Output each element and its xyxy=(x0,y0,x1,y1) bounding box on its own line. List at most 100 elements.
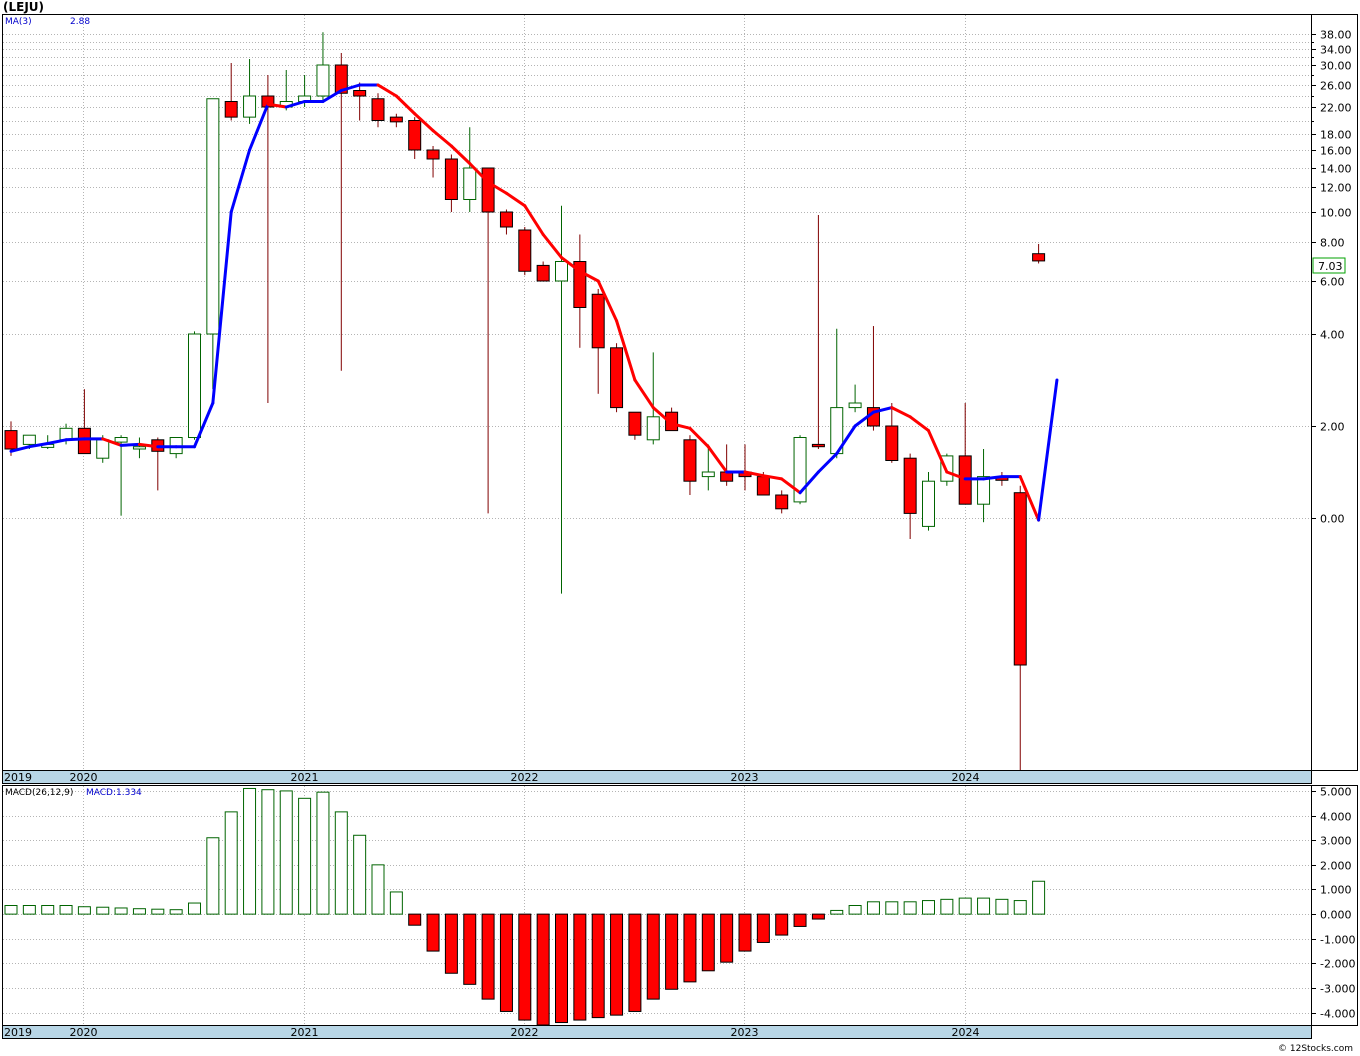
year-label: 2021 xyxy=(291,771,319,784)
macd-bar-negative xyxy=(793,913,807,927)
candle-down xyxy=(756,476,770,496)
macd-bar-positive xyxy=(316,791,330,915)
macd-bar-negative xyxy=(775,913,789,936)
candle-down xyxy=(481,167,495,213)
macd-bar-positive xyxy=(298,797,312,915)
macd-bar-negative xyxy=(591,913,605,1019)
macd-tick-label: 5.000 xyxy=(1320,786,1352,799)
macd-bar-positive xyxy=(1013,900,1027,915)
macd-bar-positive xyxy=(243,787,257,915)
candle-down xyxy=(775,494,789,510)
macd-bar-positive xyxy=(96,906,110,915)
macd-bar-positive xyxy=(22,905,36,915)
macd-bar-positive xyxy=(224,811,238,915)
macd-year-label: 2023 xyxy=(731,1026,759,1039)
candle-up xyxy=(96,439,110,459)
candle-up xyxy=(555,261,568,282)
macd-tick-label: -3.000 xyxy=(1320,983,1355,996)
ma3-segment xyxy=(64,437,86,442)
macd-year-label: 2024 xyxy=(952,1026,980,1039)
macd-tick-label: 0.000 xyxy=(1320,909,1352,922)
macd-legend-value: MACD:1.334 xyxy=(86,788,142,798)
price-tick-label: 22.00 xyxy=(1320,102,1352,115)
macd-bar-negative xyxy=(426,913,440,952)
year-label: 2019 xyxy=(4,771,32,784)
candle-down xyxy=(77,427,91,455)
macd-tick-label: -4.000 xyxy=(1320,1008,1355,1021)
candle-down xyxy=(591,293,605,349)
macd-bar-positive xyxy=(114,907,128,915)
candle-down xyxy=(885,425,899,461)
macd-bar-negative xyxy=(536,913,550,1026)
macd-bar-negative xyxy=(756,913,770,943)
price-tick-label: 2.00 xyxy=(1320,421,1345,434)
macd-bar-negative xyxy=(555,913,568,1024)
candle-down xyxy=(353,90,367,97)
macd-bar-positive xyxy=(353,834,367,915)
macd-bar-negative xyxy=(701,913,715,972)
macd-bar-positive xyxy=(830,909,844,915)
macd-bar-positive xyxy=(261,789,275,915)
candle-down xyxy=(444,158,458,200)
macd-tick-label: -1.000 xyxy=(1320,934,1355,947)
macd-bar-positive xyxy=(885,901,899,915)
price-tick-label: 10.00 xyxy=(1320,207,1352,220)
macd-bar-positive xyxy=(41,905,55,915)
candle-up xyxy=(59,427,73,441)
ticker-title: (LEJU) xyxy=(3,0,44,14)
macd-tick-label: 1.000 xyxy=(1320,884,1352,897)
macd-tick-label: 2.000 xyxy=(1320,860,1352,873)
candle-down xyxy=(224,101,238,118)
macd-bar-negative xyxy=(628,913,642,1012)
year-label: 2023 xyxy=(731,771,759,784)
price-tick-label: 14.00 xyxy=(1320,163,1352,176)
candle-down xyxy=(811,443,825,448)
year-label: 2020 xyxy=(70,771,98,784)
ma-legend-value: 2.88 xyxy=(70,17,90,27)
candle-down xyxy=(1032,253,1046,262)
candle-down xyxy=(628,411,642,436)
macd-tick-label: 4.000 xyxy=(1320,811,1352,824)
macd-bar-positive xyxy=(206,837,220,915)
macd-bar-positive xyxy=(922,900,935,915)
macd-bar-negative xyxy=(683,913,697,983)
candle-down xyxy=(4,430,18,450)
macd-bar-negative xyxy=(665,913,679,990)
macd-bar-positive xyxy=(371,864,385,915)
macd-bar-positive xyxy=(940,898,954,915)
candle-down xyxy=(610,347,624,409)
macd-year-label: 2020 xyxy=(70,1026,98,1039)
price-tick-label: 6.00 xyxy=(1320,276,1345,289)
price-tick-label: 34.00 xyxy=(1320,44,1352,57)
price-tick-label: 18.00 xyxy=(1320,129,1352,142)
stock-chart: 38.00 34.00 30.00 26.00 22.00 18.00 16.00 14.00… xyxy=(2,0,1358,1054)
macd-tick-label: -2.000 xyxy=(1320,958,1355,971)
price-tick-label: 16.00 xyxy=(1320,145,1352,158)
macd-bar-negative xyxy=(573,913,587,1021)
ma-legend-label: MA(3) xyxy=(5,17,32,27)
price-tick-label: 26.00 xyxy=(1320,80,1352,93)
year-label: 2022 xyxy=(511,771,539,784)
macd-bar-positive xyxy=(188,902,201,915)
candle-down xyxy=(408,120,422,151)
candle-up xyxy=(188,333,201,438)
macd-bar-negative xyxy=(463,913,477,985)
candle-up xyxy=(114,437,128,443)
macd-time-band xyxy=(2,1025,1312,1039)
candle-down xyxy=(426,149,440,160)
candle-down xyxy=(518,229,532,272)
macd-bar-positive xyxy=(903,901,917,915)
macd-bar-negative xyxy=(811,913,825,920)
current-price-label: 7.03 xyxy=(1318,260,1343,273)
macd-year-label: 2019 xyxy=(4,1026,32,1039)
macd-bar-positive xyxy=(334,811,348,915)
candle-up xyxy=(922,480,935,527)
macd-bar-negative xyxy=(518,913,532,1021)
macd-bar-positive xyxy=(169,909,183,915)
candle-up xyxy=(848,402,862,409)
macd-bar-positive xyxy=(977,897,991,915)
macd-tick-label: 3.000 xyxy=(1320,835,1352,848)
macd-year-label: 2022 xyxy=(511,1026,539,1039)
macd-bar-positive xyxy=(77,906,91,915)
candle-up xyxy=(206,98,220,335)
